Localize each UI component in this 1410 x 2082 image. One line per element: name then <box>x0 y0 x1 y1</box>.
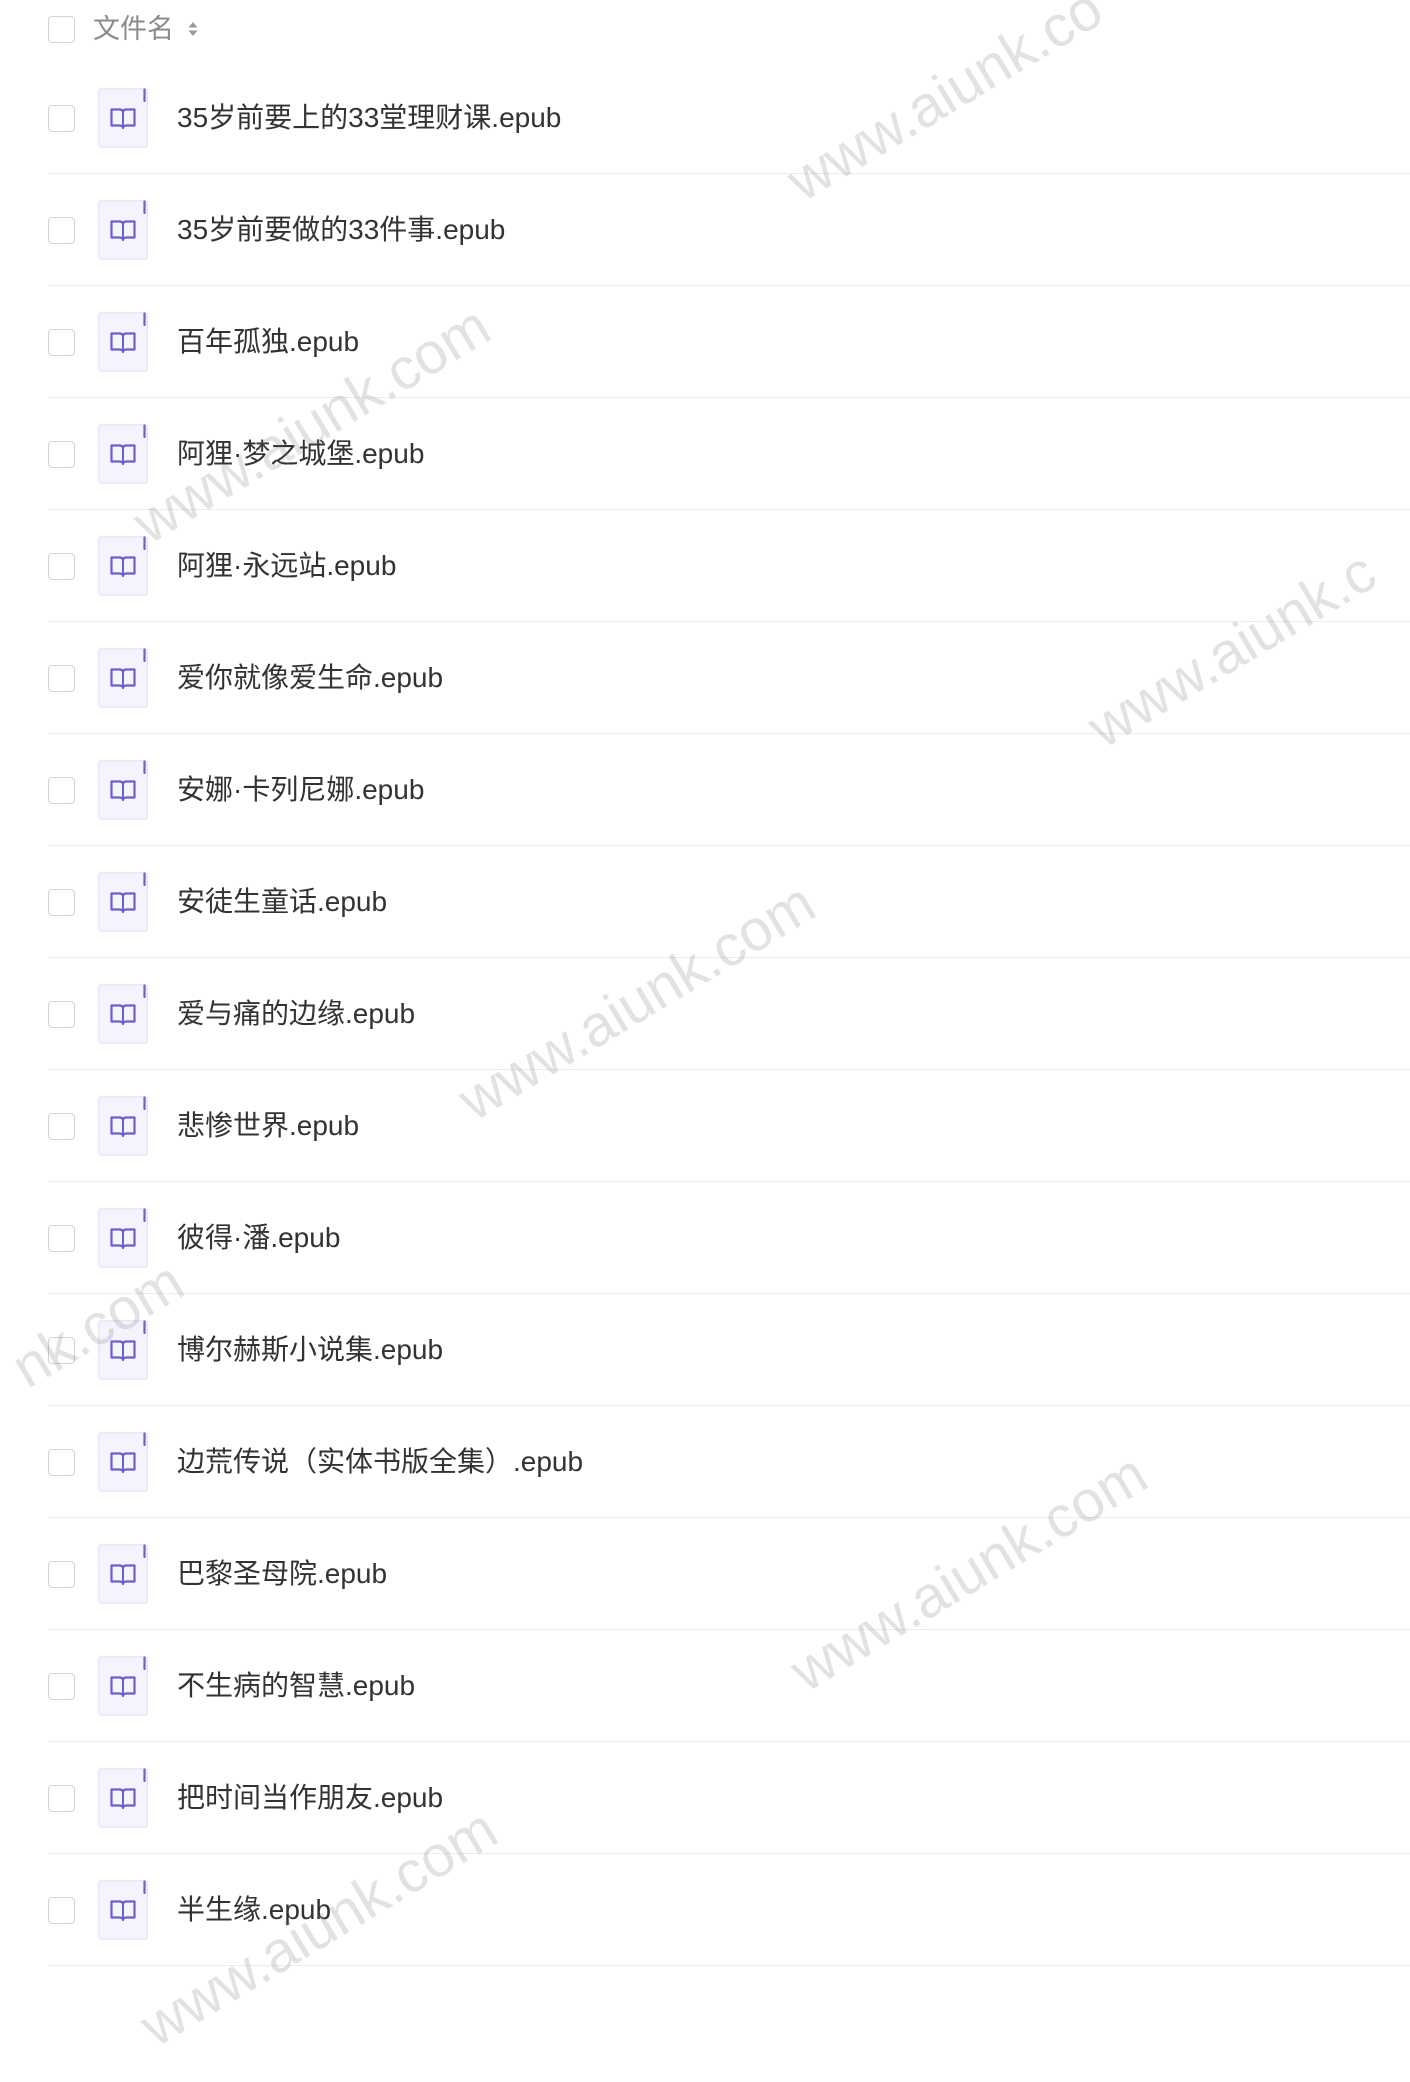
epub-book-icon <box>98 1208 148 1268</box>
file-name[interactable]: 彼得·潘.epub <box>177 1218 340 1258</box>
epub-book-icon <box>98 648 148 708</box>
file-checkbox[interactable] <box>48 1225 75 1252</box>
file-checkbox[interactable] <box>48 553 75 580</box>
file-row[interactable]: 巴黎圣母院.epub <box>0 1518 1410 1630</box>
file-row[interactable]: 博尔赫斯小说集.epub <box>0 1294 1410 1406</box>
file-row[interactable]: 安娜·卡列尼娜.epub <box>0 734 1410 846</box>
file-name[interactable]: 阿狸·梦之城堡.epub <box>177 434 424 474</box>
file-name[interactable]: 把时间当作朋友.epub <box>177 1778 443 1818</box>
file-row[interactable]: 阿狸·梦之城堡.epub <box>0 398 1410 510</box>
file-row[interactable]: 半生缘.epub <box>0 1854 1410 1966</box>
file-row[interactable]: 安徒生童话.epub <box>0 846 1410 958</box>
file-checkbox[interactable] <box>48 1673 75 1700</box>
file-row[interactable]: 爱与痛的边缘.epub <box>0 958 1410 1070</box>
file-checkbox[interactable] <box>48 777 75 804</box>
file-name[interactable]: 爱与痛的边缘.epub <box>177 994 415 1034</box>
file-row[interactable]: 35岁前要做的33件事.epub <box>0 174 1410 286</box>
file-row[interactable]: 边荒传说（实体书版全集）.epub <box>0 1406 1410 1518</box>
file-row[interactable]: 把时间当作朋友.epub <box>0 1742 1410 1854</box>
file-name[interactable]: 阿狸·永远站.epub <box>177 546 396 586</box>
column-header-filename[interactable]: 文件名 <box>93 12 174 46</box>
file-checkbox[interactable] <box>48 889 75 916</box>
epub-book-icon <box>98 312 148 372</box>
file-checkbox[interactable] <box>48 1785 75 1812</box>
file-name[interactable]: 安徒生童话.epub <box>177 882 387 922</box>
epub-book-icon <box>98 760 148 820</box>
file-checkbox[interactable] <box>48 1337 75 1364</box>
file-list-page: 文件名 35岁前要上的33堂理财课.epub 35岁前要做的33件事.epub 百年… <box>0 0 1410 2082</box>
file-row[interactable]: 彼得·潘.epub <box>0 1182 1410 1294</box>
epub-book-icon <box>98 88 148 148</box>
file-checkbox[interactable] <box>48 665 75 692</box>
epub-book-icon <box>98 872 148 932</box>
file-name[interactable]: 安娜·卡列尼娜.epub <box>177 770 424 810</box>
file-row[interactable]: 百年孤独.epub <box>0 286 1410 398</box>
file-name[interactable]: 博尔赫斯小说集.epub <box>177 1330 443 1370</box>
file-name[interactable]: 悲惨世界.epub <box>177 1106 359 1146</box>
file-list-header: 文件名 <box>0 0 1410 60</box>
file-checkbox[interactable] <box>48 329 75 356</box>
file-row[interactable]: 35岁前要上的33堂理财课.epub <box>0 62 1410 174</box>
file-checkbox[interactable] <box>48 1897 75 1924</box>
file-checkbox[interactable] <box>48 1001 75 1028</box>
file-checkbox[interactable] <box>48 1449 75 1476</box>
file-name[interactable]: 百年孤独.epub <box>177 322 359 362</box>
epub-book-icon <box>98 1656 148 1716</box>
file-row[interactable]: 不生病的智慧.epub <box>0 1630 1410 1742</box>
epub-book-icon <box>98 200 148 260</box>
select-all-checkbox[interactable] <box>48 16 75 43</box>
epub-book-icon <box>98 1544 148 1604</box>
row-divider <box>48 1965 1410 1966</box>
file-name[interactable]: 不生病的智慧.epub <box>177 1666 415 1706</box>
epub-book-icon <box>98 1320 148 1380</box>
file-name[interactable]: 巴黎圣母院.epub <box>177 1554 387 1594</box>
file-checkbox[interactable] <box>48 217 75 244</box>
file-checkbox[interactable] <box>48 1561 75 1588</box>
epub-book-icon <box>98 1096 148 1156</box>
file-checkbox[interactable] <box>48 1113 75 1140</box>
file-name[interactable]: 35岁前要上的33堂理财课.epub <box>177 98 561 138</box>
file-name[interactable]: 半生缘.epub <box>177 1890 331 1930</box>
file-row[interactable]: 阿狸·永远站.epub <box>0 510 1410 622</box>
epub-book-icon <box>98 1432 148 1492</box>
epub-book-icon <box>98 1768 148 1828</box>
file-name[interactable]: 35岁前要做的33件事.epub <box>177 210 505 250</box>
file-name[interactable]: 边荒传说（实体书版全集）.epub <box>177 1442 583 1482</box>
sort-icon[interactable] <box>187 19 199 39</box>
epub-book-icon <box>98 424 148 484</box>
file-row[interactable]: 悲惨世界.epub <box>0 1070 1410 1182</box>
file-checkbox[interactable] <box>48 105 75 132</box>
epub-book-icon <box>98 984 148 1044</box>
file-row[interactable]: 爱你就像爱生命.epub <box>0 622 1410 734</box>
file-checkbox[interactable] <box>48 441 75 468</box>
file-name[interactable]: 爱你就像爱生命.epub <box>177 658 443 698</box>
epub-book-icon <box>98 536 148 596</box>
epub-book-icon <box>98 1880 148 1940</box>
file-list: 35岁前要上的33堂理财课.epub 35岁前要做的33件事.epub 百年孤独.e… <box>0 62 1410 1966</box>
